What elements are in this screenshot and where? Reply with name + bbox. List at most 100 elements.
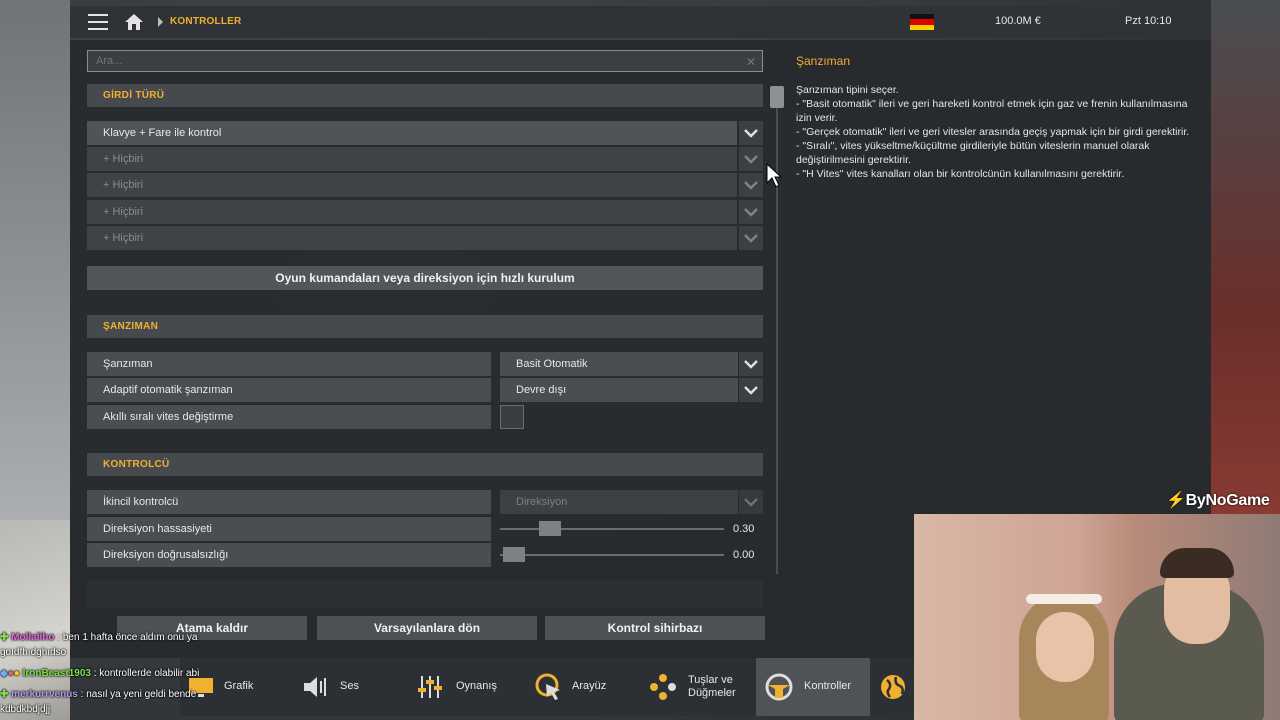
chevron-down-icon[interactable] [739,173,763,197]
webcam-overlay [914,514,1280,720]
steering-nonlinearity-slider[interactable] [500,554,724,556]
chevron-down-icon[interactable] [739,226,763,250]
game-background-right [1211,0,1280,520]
section-title: ŞANZIMAN [103,321,159,332]
game-clock: Pzt 10:10 [1125,15,1172,27]
input-row-label: Klavye + Fare ile kontrol [103,127,222,139]
nav-item-label: Tuşlar ve Düğmeler [688,674,736,699]
steering-nonlinearity-label: Direksiyon doğrusalsızlığı [103,549,229,561]
description-text: Şanzıman tipini seçer. - "Basit otomatik… [796,83,1196,181]
input-row-empty[interactable]: + Hiçbiri [87,226,763,250]
speaker-icon [304,677,326,697]
nav-item-gameplay[interactable]: Oynanış [404,658,520,716]
input-row-keyboard-mouse[interactable]: Klavye + Fare ile kontrol [87,121,763,145]
nav-item-label: Oynanış [456,680,497,692]
chevron-down-icon[interactable] [739,378,763,402]
input-row-empty[interactable]: + Hiçbiri [87,147,763,171]
chat-message: kdbdkbdjdjj [0,702,260,717]
channel-watermark: ⚡ByNoGame [1166,492,1270,509]
description-line: - "H Vites" vites kanalları olan bir kon… [796,168,1125,180]
adaptive-gearbox-value[interactable]: Devre dışı [516,384,566,396]
steering-sensitivity-slider-thumb[interactable] [539,521,562,536]
smart-shifting-checkbox[interactable] [500,405,524,429]
steering-sensitivity-slider[interactable] [500,528,724,530]
money-display: 100.0M € [995,15,1041,27]
chevron-down-icon[interactable] [739,147,763,171]
nav-item-label: Arayüz [572,680,607,692]
adaptive-gearbox-row: Adaptif otomatik şanzıman Devre dışı [87,378,763,402]
section-controller: KONTROLCÜ [87,453,763,476]
input-row-label: + Hiçbiri [103,153,144,165]
sliders-icon [418,676,442,698]
input-row-label: + Hiçbiri [103,206,144,218]
cursor-icon [535,673,560,700]
input-row-empty[interactable]: + Hiçbiri [87,200,763,224]
section-title: GİRDİ TÜRÜ [103,90,165,101]
search-input[interactable] [88,51,762,71]
search-box[interactable]: ✕ [87,50,763,72]
gearbox-row: Şanzıman Basit Otomatik [87,352,763,376]
chat-username: merkurrvenus [11,689,78,700]
gearbox-label: Şanzıman [103,358,153,370]
settings-category-nav: Grafik Ses Oynanış Arayüz Tuşlar ve Düğm… [180,658,915,716]
chat-username: Mollaliho [11,632,55,643]
nav-item-sound[interactable]: Ses [292,658,402,716]
gamepad-buttons-icon [650,674,676,700]
chevron-down-icon[interactable] [739,121,763,145]
clear-search-icon[interactable]: ✕ [746,55,756,69]
description-line: - "Sıralı", vites yükseltme/küçültme gir… [796,140,1150,166]
gearbox-value[interactable]: Basit Otomatik [516,358,588,370]
chat-text: goıdfhıdghıdso [0,647,67,658]
chat-message: ✚ Mollaliho : ben 1 hafta önce aldım onu… [0,632,198,643]
section-title: KONTROLCÜ [103,459,170,470]
chat-text: : kontrollerde olabilir abi [93,668,200,679]
steering-sensitivity-label: Direksiyon hassasiyeti [103,523,212,535]
nav-item-controls[interactable]: Kontroller [756,658,870,716]
description-line: Şanzıman tipini seçer. [796,84,899,96]
steering-nonlinearity-value: 0.00 [733,549,755,561]
nav-item-label: Kontroller [804,680,852,692]
control-wizard-button[interactable]: Kontrol sihirbazı [545,616,765,640]
breadcrumb: KONTROLLER [170,16,242,27]
home-icon[interactable] [124,13,144,31]
chevron-down-icon[interactable] [739,490,763,514]
steering-wheel-icon [765,673,793,701]
smart-shifting-label: Akıllı sıralı vites değiştirme [103,411,234,423]
input-row-empty[interactable]: + Hiçbiri [87,173,763,197]
stream-chat: ✚ Mollaliho : ben 1 hafta önce aldım onu… [0,630,260,717]
steering-nonlinearity-slider-thumb[interactable] [503,547,525,562]
quick-setup-button[interactable]: Oyun kumandaları veya direksiyon için hı… [87,266,763,290]
adaptive-gearbox-label: Adaptif otomatik şanzıman [103,384,233,396]
menu-icon[interactable] [88,14,108,30]
top-bar: KONTROLLER 100.0M € Pzt 10:10 [70,6,1211,38]
description-line: - "Basit otomatik" ileri ve geri hareket… [796,98,1188,124]
breadcrumb-arrow-icon [158,17,163,27]
secondary-controller-row: İkincil kontrolcü Direksiyon [87,490,763,514]
chat-text: : ben 1 hafta önce aldım onu ya [57,632,198,643]
nav-item-region[interactable] [872,658,915,716]
scrollbar-track[interactable] [776,86,778,574]
scrollbar-thumb[interactable] [770,86,784,108]
section-transmission: ŞANZIMAN [87,315,763,338]
secondary-controller-value[interactable]: Direksiyon [516,496,567,508]
chat-message: goıdfhıdghıdso [0,645,260,660]
section-input-type: GİRDİ TÜRÜ [87,84,763,107]
globe-icon [881,675,905,699]
chat-message: ✚ merkurrvenus : nasıl ya yeni geldi ben… [0,689,197,700]
nav-item-keys-buttons[interactable]: Tuşlar ve Düğmeler [642,658,754,716]
description-line: - "Gerçek otomatik" ileri ve geri vitesl… [796,126,1190,138]
mouse-cursor-icon [766,163,782,188]
chevron-down-icon[interactable] [739,200,763,224]
chat-message: ◆●● IronBeast1903 : kontrollerde olabili… [0,668,200,679]
input-row-label: + Hiçbiri [103,232,144,244]
steering-sensitivity-value: 0.30 [733,523,755,535]
restore-defaults-button[interactable]: Varsayılanlara dön [317,616,537,640]
nav-item-label: Ses [340,680,359,692]
nav-item-interface[interactable]: Arayüz [522,658,640,716]
panel-footer-spacer [87,580,763,608]
chat-text: kdbdkbdjdjj [0,704,51,715]
smart-shifting-row: Akıllı sıralı vites değiştirme [87,405,763,429]
steering-nonlinearity-row: Direksiyon doğrusalsızlığı 0.00 [87,543,763,567]
chat-username: IronBeast1903 [22,668,91,679]
chevron-down-icon[interactable] [739,352,763,376]
